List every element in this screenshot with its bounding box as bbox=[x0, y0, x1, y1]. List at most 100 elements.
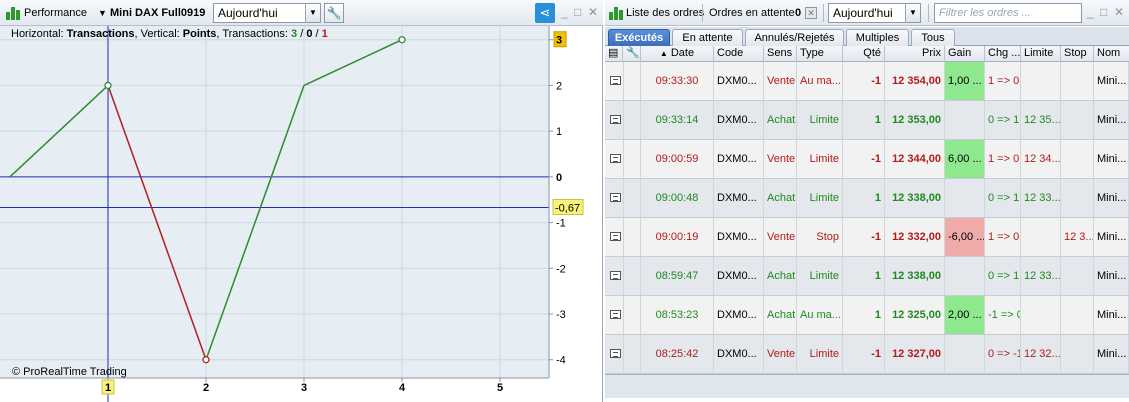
column-gain[interactable]: Gain bbox=[945, 46, 985, 62]
tab-executes[interactable]: Exécutés bbox=[608, 29, 670, 46]
cell-limite bbox=[1021, 296, 1061, 334]
tab-en-attente[interactable]: En attente bbox=[672, 29, 743, 46]
cell-gain: 1,00 ... bbox=[945, 62, 985, 100]
cell-code: DXM0... bbox=[714, 335, 764, 373]
vertical-label: , Vertical: bbox=[134, 28, 183, 40]
table-row[interactable]: 09:33:30 DXM0... Vente Au ma... -1 12 354,00 1… bbox=[605, 62, 1129, 101]
cell-gain bbox=[945, 101, 985, 139]
performance-logo-icon bbox=[6, 6, 20, 20]
column-date[interactable]: ▲ Date bbox=[641, 46, 714, 62]
order-details-icon[interactable] bbox=[610, 154, 621, 163]
row-tool-cell bbox=[623, 62, 641, 100]
cell-nom: Mini... bbox=[1094, 296, 1129, 334]
instrument-dropdown-icon[interactable]: ▼ bbox=[98, 5, 107, 21]
table-row[interactable]: 08:59:47 DXM0... Achat Limite 1 12 338,00 0 =>… bbox=[605, 257, 1129, 296]
column-qte[interactable]: Qté bbox=[843, 46, 885, 62]
order-details-icon[interactable] bbox=[610, 349, 621, 358]
orders-period-value: Aujourd'hui bbox=[833, 6, 893, 20]
orders-panel: Liste des ordres Ordres en attente 0 ✕ A… bbox=[605, 0, 1129, 402]
cell-time: 08:53:23 bbox=[641, 296, 714, 334]
cell-nom: Mini... bbox=[1094, 140, 1129, 178]
cell-type: Limite bbox=[797, 335, 843, 373]
cell-nom: Mini... bbox=[1094, 101, 1129, 139]
mean-label: -0,67 bbox=[555, 202, 580, 214]
column-prix[interactable]: Prix bbox=[885, 46, 945, 62]
cell-nom: Mini... bbox=[1094, 179, 1129, 217]
filter-input[interactable]: Filtrer les ordres ... bbox=[934, 3, 1082, 23]
performance-chart[interactable]: 3 2 1 0 -1 -2 -3 -4 -0,67 1 2 3 4 5 Horizontal: Trans… bbox=[0, 26, 603, 402]
cell-qty: 1 bbox=[843, 101, 885, 139]
column-sens[interactable]: Sens bbox=[764, 46, 797, 62]
cell-sens: Vente bbox=[764, 62, 797, 100]
minimize-icon[interactable]: _ bbox=[561, 5, 568, 19]
close-icon[interactable]: ✕ bbox=[1114, 5, 1124, 19]
chevron-down-icon[interactable]: ▼ bbox=[305, 4, 320, 22]
cell-chg: 0 => -1 bbox=[985, 335, 1021, 373]
cell-time: 08:25:42 bbox=[641, 335, 714, 373]
table-row[interactable]: 09:00:59 DXM0... Vente Limite -1 12 344,00 6,0… bbox=[605, 140, 1129, 179]
tab-annules-rejetes[interactable]: Annulés/Rejetés bbox=[745, 29, 844, 46]
order-details-icon[interactable] bbox=[610, 310, 621, 319]
tab-tous[interactable]: Tous bbox=[911, 29, 955, 46]
cell-stop bbox=[1061, 296, 1094, 334]
cell-sens: Achat bbox=[764, 257, 797, 295]
y-tick-label: 1 bbox=[556, 126, 562, 138]
cell-chg: 0 => 1 bbox=[985, 257, 1021, 295]
order-details-icon[interactable] bbox=[610, 271, 621, 280]
cell-gain bbox=[945, 257, 985, 295]
orders-logo-icon bbox=[609, 6, 623, 20]
cell-prix: 12 354,00 bbox=[885, 62, 945, 100]
column-limite[interactable]: Limite bbox=[1021, 46, 1061, 62]
cell-limite: 12 33... bbox=[1021, 179, 1061, 217]
column-code[interactable]: Code bbox=[714, 46, 764, 62]
vertical-value: Points bbox=[182, 28, 217, 40]
share-icon[interactable]: ⋖ bbox=[535, 3, 555, 23]
minimize-icon[interactable]: _ bbox=[1087, 5, 1094, 19]
maximize-icon[interactable]: □ bbox=[1100, 5, 1107, 19]
cell-sens: Achat bbox=[764, 101, 797, 139]
order-details-icon[interactable] bbox=[610, 115, 621, 124]
performance-toolbar: Performance ▼ Mini DAX Full0919 Aujourd'… bbox=[0, 0, 603, 26]
column-type[interactable]: Type bbox=[797, 46, 843, 62]
instrument-selector[interactable]: Mini DAX Full0919 bbox=[110, 5, 205, 21]
cell-chg: -1 => 0 bbox=[985, 296, 1021, 334]
column-nom[interactable]: Nom bbox=[1094, 46, 1129, 62]
order-details-icon[interactable] bbox=[610, 193, 621, 202]
x-tick-label: 3 bbox=[301, 382, 307, 394]
cell-gain bbox=[945, 179, 985, 217]
chevron-down-icon[interactable]: ▼ bbox=[905, 4, 920, 22]
cell-sens: Vente bbox=[764, 140, 797, 178]
column-chg[interactable]: Chg ... bbox=[985, 46, 1021, 62]
table-row[interactable]: 09:00:19 DXM0... Vente Stop -1 12 332,00 -6,00… bbox=[605, 218, 1129, 257]
cell-stop bbox=[1061, 140, 1094, 178]
table-row[interactable]: 09:00:48 DXM0... Achat Limite 1 12 338,00 0 =>… bbox=[605, 179, 1129, 218]
cell-qty: -1 bbox=[843, 218, 885, 256]
cell-gain: -6,00 ... bbox=[945, 218, 985, 256]
cell-sens: Achat bbox=[764, 296, 797, 334]
order-details-icon[interactable] bbox=[610, 232, 621, 241]
chart-info: Horizontal: Transactions, Vertical: Poin… bbox=[11, 28, 328, 40]
panel-title: Performance bbox=[24, 7, 87, 19]
cancel-pending-icon[interactable]: ✕ bbox=[805, 7, 817, 19]
orders-period-select[interactable]: Aujourd'hui ▼ bbox=[828, 3, 921, 23]
details-column-icon[interactable]: ▤ bbox=[605, 46, 623, 62]
cell-gain bbox=[945, 335, 985, 373]
cell-limite bbox=[1021, 218, 1061, 256]
table-row[interactable]: 08:25:42 DXM0... Vente Limite -1 12 327,00 0 =… bbox=[605, 335, 1129, 374]
row-tool-cell bbox=[623, 101, 641, 139]
cell-time: 09:00:19 bbox=[641, 218, 714, 256]
cell-time: 09:33:14 bbox=[641, 101, 714, 139]
tab-multiples[interactable]: Multiples bbox=[846, 29, 909, 46]
row-tool-cell bbox=[623, 335, 641, 373]
order-details-icon[interactable] bbox=[610, 76, 621, 85]
table-row[interactable]: 08:53:23 DXM0... Achat Au ma... 1 12 325,00 2,… bbox=[605, 296, 1129, 335]
table-row[interactable]: 09:33:14 DXM0... Achat Limite 1 12 353,00 0 =>… bbox=[605, 101, 1129, 140]
maximize-icon[interactable]: □ bbox=[574, 5, 581, 19]
column-stop[interactable]: Stop bbox=[1061, 46, 1094, 62]
period-select[interactable]: Aujourd'hui ▼ bbox=[213, 3, 321, 23]
close-icon[interactable]: ✕ bbox=[588, 5, 598, 19]
copyright: © ProRealTime Trading bbox=[12, 366, 127, 378]
y-tick-label: 2 bbox=[556, 80, 562, 92]
wrench-icon[interactable]: 🔧 bbox=[623, 46, 641, 62]
wrench-icon[interactable]: 🔧 bbox=[324, 3, 344, 23]
